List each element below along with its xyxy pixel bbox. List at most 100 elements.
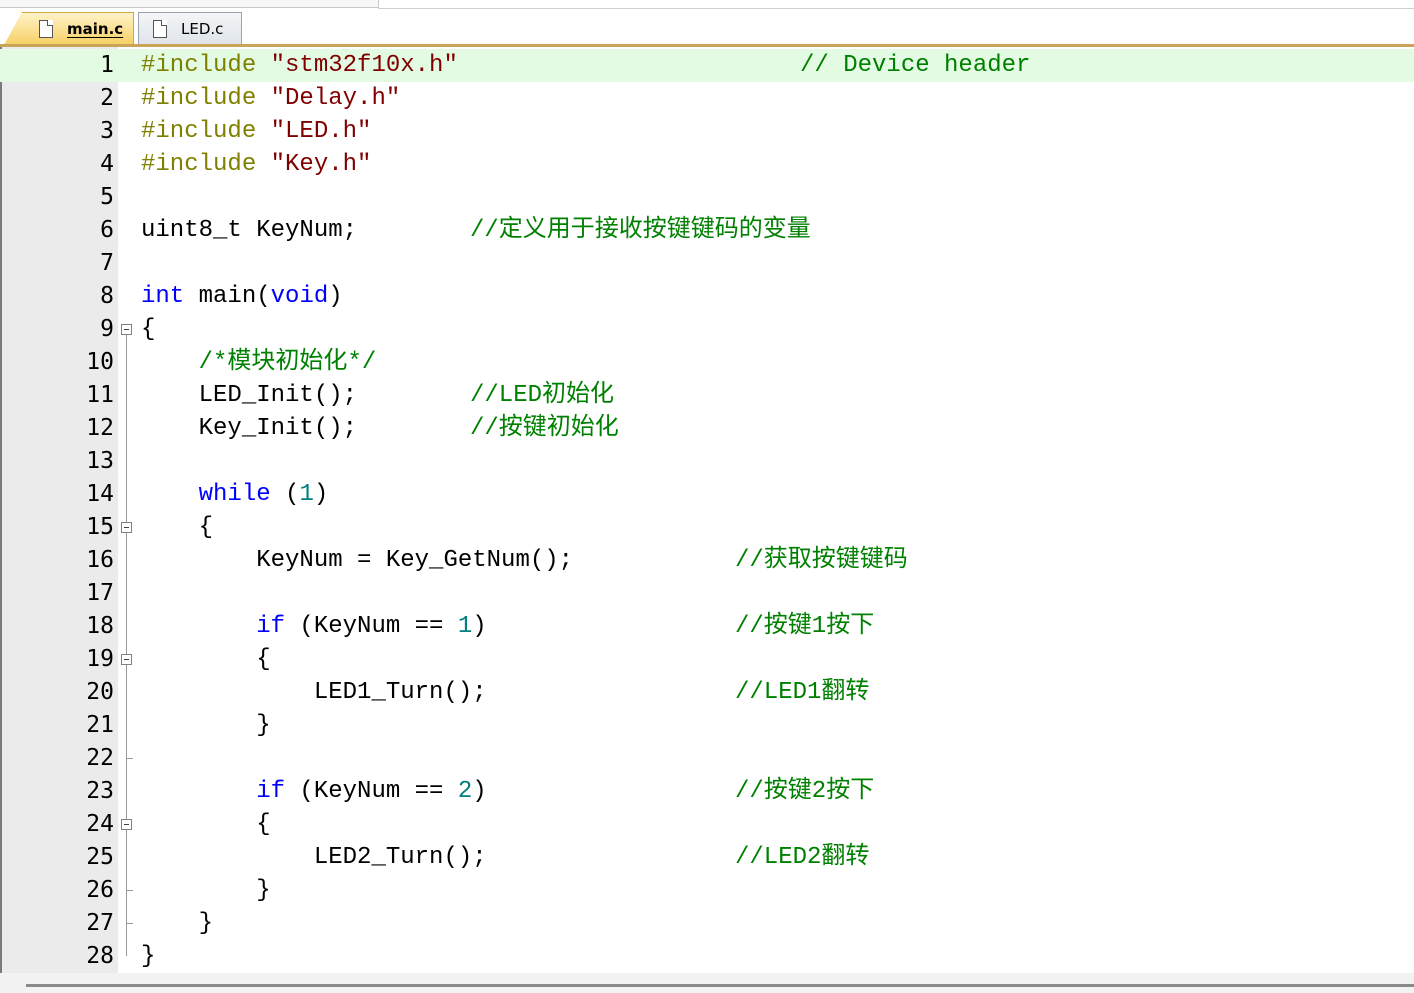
code-text: } [141,943,156,970]
code-text: LED_Init(); [141,382,358,409]
code-text: LED2_Turn(); [141,844,487,871]
code-line[interactable]: 1 #include "stm32f10x.h" // Device header [0,49,1414,82]
line-comment: //定义用于接收按键键码的变量 [470,217,811,244]
code-text: } [141,712,271,739]
line-number: 17 [86,580,114,606]
code-line[interactable]: 4 #include "Key.h" [0,148,1414,181]
window-top-strip [0,0,1414,9]
line-number: 20 [86,679,114,705]
line-comment: //按键初始化 [470,415,619,442]
line-comment: //按键1按下 [735,613,875,640]
line-number: 7 [100,250,114,276]
code-text: { [141,514,214,541]
line-number: 24 [86,811,114,837]
code-text: { [141,646,271,673]
fold-end-marker [126,890,133,891]
line-number: 28 [86,943,114,969]
line-number: 2 [100,85,114,111]
code-text: #include "LED.h" [141,118,372,145]
code-line[interactable]: 22 [0,742,1414,775]
line-number: 26 [86,877,114,903]
code-line[interactable]: 24 { [0,808,1414,841]
line-number: 13 [86,448,114,474]
code-line[interactable]: 28} [0,940,1414,973]
line-number: 15 [86,514,114,540]
code-line[interactable]: 11 LED_Init(); //LED初始化 [0,379,1414,412]
code-text: } [141,910,214,937]
code-text: } [141,877,271,904]
scrollbar-track[interactable] [26,984,1414,987]
line-comment: //获取按键键码 [735,547,908,574]
code-line[interactable]: 25 LED2_Turn(); //LED2翻转 [0,841,1414,874]
line-comment: //LED初始化 [470,382,615,409]
code-editor[interactable]: 1 #include "stm32f10x.h" // Device header 2… [0,47,1414,973]
code-text: { [141,811,271,838]
tab-main-c[interactable]: main.c [4,12,134,45]
code-line[interactable]: 23 if (KeyNum == 2) //按键2按下 [0,775,1414,808]
code-line[interactable]: 14 while (1) [0,478,1414,511]
code-line[interactable]: 7 [0,247,1414,280]
fold-guide [126,335,127,956]
code-line[interactable]: 17 [0,577,1414,610]
line-number: 3 [100,118,114,144]
code-text: #include "Delay.h" [141,85,401,112]
line-number: 22 [86,745,114,771]
toolbar-fragment [0,0,379,8]
line-number: 14 [86,481,114,507]
code-line[interactable]: 27 } [0,907,1414,940]
code-text: { [141,316,156,343]
code-line[interactable]: 18 if (KeyNum == 1) //按键1按下 [0,610,1414,643]
line-comment: //按键2按下 [735,778,875,805]
fold-toggle-icon[interactable] [121,522,132,533]
c-file-icon [153,20,167,38]
line-number: 16 [86,547,114,573]
code-line[interactable]: 10 /*模块初始化*/ [0,346,1414,379]
fold-toggle-icon[interactable] [121,324,132,335]
line-number: 18 [86,613,114,639]
code-text: Key_Init(); [141,415,358,442]
horizontal-scrollbar[interactable] [0,973,1414,993]
code-line[interactable]: 6 uint8_t KeyNum; //定义用于接收按键键码的变量 [0,214,1414,247]
code-text: KeyNum = Key_GetNum(); [141,547,574,574]
fold-end-marker [126,758,133,759]
code-line[interactable]: 16 KeyNum = Key_GetNum(); //获取按键键码 [0,544,1414,577]
code-line[interactable]: 8 int main(void) [0,280,1414,313]
fold-end-marker [126,923,133,924]
code-text: uint8_t KeyNum; [141,217,358,244]
code-text: LED1_Turn(); [141,679,487,706]
tab-led-c[interactable]: LED.c [138,12,242,45]
code-line[interactable]: 12 Key_Init(); //按键初始化 [0,412,1414,445]
line-number: 4 [100,151,114,177]
line-comment: //LED2翻转 [735,844,870,871]
line-number: 8 [100,283,114,309]
fold-toggle-icon[interactable] [121,654,132,665]
code-line[interactable]: 26 } [0,874,1414,907]
code-line[interactable]: 21 } [0,709,1414,742]
fold-toggle-icon[interactable] [121,819,132,830]
code-line[interactable]: 20 LED1_Turn(); //LED1翻转 [0,676,1414,709]
line-number: 21 [86,712,114,738]
c-file-icon [39,20,53,38]
line-comment: //LED1翻转 [735,679,870,706]
code-line[interactable]: 5 [0,181,1414,214]
line-number: 27 [86,910,114,936]
line-number: 10 [86,349,114,375]
code-line[interactable]: 15 { [0,511,1414,544]
code-text: while (1) [198,481,329,508]
code-line[interactable]: 13 [0,445,1414,478]
line-number: 25 [86,844,114,870]
code-line[interactable]: 2 #include "Delay.h" [0,82,1414,115]
line-number: 23 [86,778,114,804]
line-number: 9 [100,316,114,342]
code-line[interactable]: 3 #include "LED.h" [0,115,1414,148]
code-text: #include "stm32f10x.h" [141,52,458,79]
tab-label: LED.c [181,20,224,38]
code-line[interactable]: 9{ [0,313,1414,346]
code-text: if (KeyNum == 2) [256,778,487,805]
file-tab-bar: main.c LED.c [0,9,1414,45]
code-line[interactable]: 19 { [0,643,1414,676]
line-number: 1 [100,52,114,78]
code-text: #include "Key.h" [141,151,372,178]
line-comment: // Device header [800,52,1031,79]
line-number: 5 [100,184,114,210]
